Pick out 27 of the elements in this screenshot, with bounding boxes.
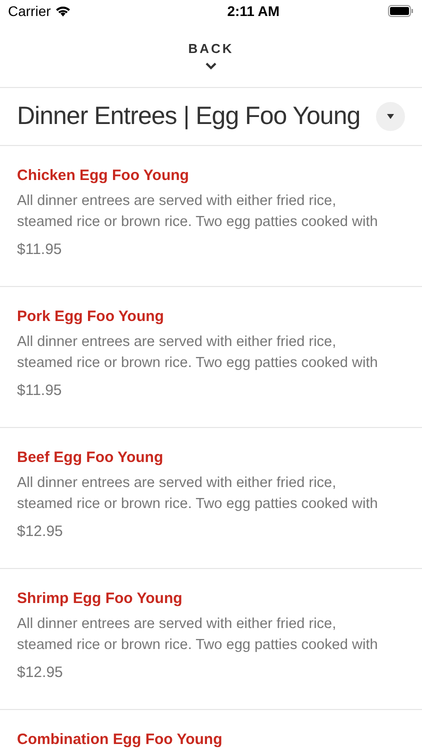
- caret-icon: [387, 114, 394, 119]
- item-price: $11.95: [17, 381, 63, 401]
- item-name: Chicken Egg Foo Young: [17, 166, 190, 186]
- item-name: Beef Egg Foo Young: [17, 448, 164, 468]
- item-price: $12.95: [17, 663, 64, 683]
- item-description: All dinner entrees are served with either fried rice, steamed rice or brown rice. Two egg patties cooked with: [17, 615, 379, 655]
- item-price: $12.95: [17, 522, 64, 542]
- back-button[interactable]: BACK: [0, 22, 422, 88]
- item-name: Shrimp Egg Foo Young: [17, 589, 184, 609]
- menu-item[interactable]: Shrimp Egg Foo Young All dinner entrees are served with either fried rice, steamed rice or brown rice. Two egg patties cooked with $12.95: [0, 569, 422, 710]
- item-name: Combination Egg Foo Young: [17, 730, 224, 750]
- clock-time: 2:11 AM: [227, 2, 280, 20]
- dropdown-button[interactable]: [376, 102, 405, 131]
- menu-item[interactable]: Chicken Egg Foo Young All dinner entrees are served with either fried rice, steamed rice or brown rice. Two egg patties cooked with $11.95: [0, 146, 422, 287]
- category-title: Dinner Entrees | Egg Foo Young: [17, 100, 360, 132]
- item-description: All dinner entrees are served with either fried rice, steamed rice or brown rice. Two egg patties cooked with: [17, 474, 379, 514]
- item-description: All dinner entrees are served with either fried rice, steamed rice or brown rice. Two egg patties cooked with: [17, 192, 379, 232]
- menu-item[interactable]: Combination Egg Foo Young: [0, 710, 422, 750]
- wifi-icon: [54, 5, 71, 17]
- item-description: All dinner entrees are served with either fried rice, steamed rice or brown rice. Two egg patties cooked with: [17, 333, 379, 373]
- item-price: $11.95: [17, 240, 63, 260]
- item-name: Pork Egg Foo Young: [17, 307, 165, 327]
- carrier-label: Carrier: [8, 2, 51, 20]
- menu-item[interactable]: Beef Egg Foo Young All dinner entrees are served with either fried rice, steamed rice or brown rice. Two egg patties cooked with $12.95: [0, 428, 422, 569]
- chevron-down-icon: [205, 62, 217, 70]
- battery-icon: [388, 5, 414, 17]
- menu-item[interactable]: Pork Egg Foo Young All dinner entrees are served with either fried rice, steamed rice or brown rice. Two egg patties cooked with $11.95: [0, 287, 422, 428]
